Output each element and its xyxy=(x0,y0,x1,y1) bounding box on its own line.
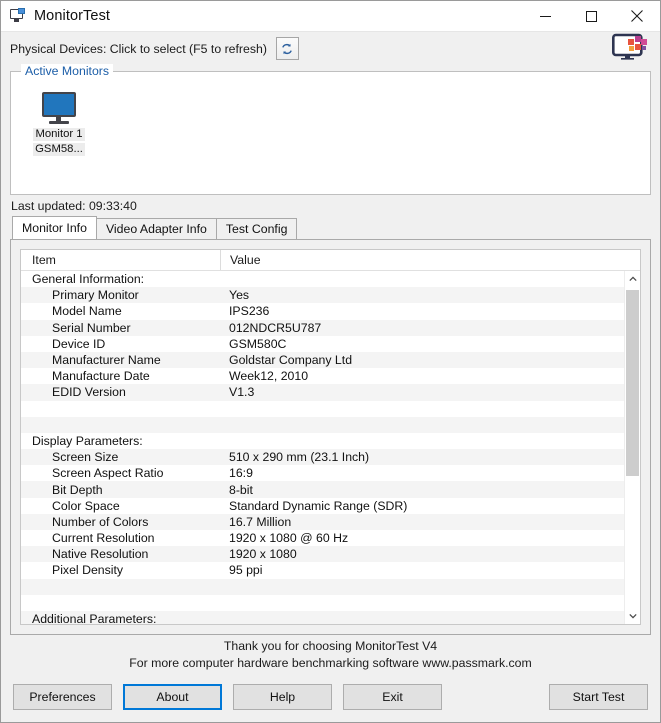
cell-value: Week12, 2010 xyxy=(229,369,309,384)
monitortest-window: MonitorTest Physical Devices: Click to s… xyxy=(0,0,661,723)
monitor-tile-line2: GSM58... xyxy=(33,143,85,156)
cell-item: Bit Depth xyxy=(52,482,103,497)
cell-item: Pixel Density xyxy=(52,563,124,578)
tab-test-config[interactable]: Test Config xyxy=(215,218,298,239)
cell-item: General Information: xyxy=(32,272,145,287)
table-section-row[interactable]: General Information: xyxy=(21,271,640,287)
minimize-icon[interactable] xyxy=(522,1,568,32)
cell-value: 8-bit xyxy=(229,482,253,497)
table-section-row[interactable]: Additional Parameters: xyxy=(21,610,640,624)
monitor-info-listview: Item Value General Information: Primary M… xyxy=(20,249,641,625)
scrollbar-track[interactable] xyxy=(625,287,640,608)
cell-item: Color Space xyxy=(52,498,120,513)
cell-value: GSM580C xyxy=(229,336,287,351)
monitor-device-tile[interactable]: Monitor 1 GSM58... xyxy=(29,92,89,156)
physical-devices-label: Physical Devices: Click to select (F5 to… xyxy=(10,41,267,56)
column-header-item[interactable]: Item xyxy=(21,253,220,267)
table-row[interactable]: Manufacturer Name Goldstar Company Ltd xyxy=(21,351,640,369)
table-row[interactable]: Model Name IPS236 xyxy=(21,303,640,319)
cell-value: 1920 x 1080 xyxy=(229,547,297,562)
cell-item: Serial Number xyxy=(52,320,131,335)
active-monitors-groupbox: Active Monitors Monitor 1 GSM58... xyxy=(10,64,651,195)
cell-value: V1.3 xyxy=(229,385,255,400)
table-row[interactable]: Bit Depth 8-bit xyxy=(21,481,640,498)
table-row[interactable]: Native Resolution 1920 x 1080 xyxy=(21,546,640,563)
monitor-app-icon xyxy=(10,8,26,24)
cell-value: 1920 x 1080 @ 60 Hz xyxy=(229,531,349,546)
devices-toolbar: Physical Devices: Click to select (F5 to… xyxy=(1,32,660,65)
maximize-icon[interactable] xyxy=(568,1,614,32)
cell-item: Additional Parameters: xyxy=(32,612,157,624)
cell-item: Device ID xyxy=(52,336,106,351)
cell-item: Primary Monitor xyxy=(52,288,139,303)
table-row[interactable]: Pixel Density 95 ppi xyxy=(21,562,640,578)
preferences-button[interactable]: Preferences xyxy=(13,684,112,710)
cell-item: Native Resolution xyxy=(52,547,149,562)
cell-item: Screen Aspect Ratio xyxy=(52,466,164,481)
cell-item: Display Parameters: xyxy=(32,433,143,448)
chevron-down-icon[interactable] xyxy=(625,608,640,624)
title-bar: MonitorTest xyxy=(1,1,660,32)
footer-line-1: Thank you for choosing MonitorTest V4 xyxy=(223,639,438,653)
cell-item: Manufacture Date xyxy=(52,369,150,384)
table-row[interactable] xyxy=(21,578,640,595)
chevron-up-icon[interactable] xyxy=(625,271,640,287)
table-section-row[interactable]: Display Parameters: xyxy=(21,433,640,449)
table-row[interactable] xyxy=(21,595,640,611)
tab-monitor-info[interactable]: Monitor Info xyxy=(12,216,97,239)
cell-item: EDID Version xyxy=(52,385,126,400)
cell-value: 510 x 290 mm (23.1 Inch) xyxy=(229,450,370,465)
window-title: MonitorTest xyxy=(34,8,111,24)
close-icon[interactable] xyxy=(614,1,660,32)
cell-value: IPS236 xyxy=(229,304,270,319)
table-row[interactable]: Screen Aspect Ratio 16:9 xyxy=(21,465,640,481)
cell-value: Goldstar Company Ltd xyxy=(229,353,353,368)
cell-value: 95 ppi xyxy=(229,563,263,578)
monitor-info-panel: Item Value General Information: Primary M… xyxy=(10,239,651,635)
table-row[interactable]: Screen Size 510 x 290 mm (23.1 Inch) xyxy=(21,449,640,466)
table-row[interactable]: Current Resolution 1920 x 1080 @ 60 Hz xyxy=(21,530,640,546)
cell-item: Manufacturer Name xyxy=(52,353,161,368)
cell-value: 16.7 Million xyxy=(229,514,292,529)
monitor-tile-line1: Monitor 1 xyxy=(33,128,85,141)
monitor-colors-logo xyxy=(611,33,650,64)
cell-item: Current Resolution xyxy=(52,531,155,546)
help-button[interactable]: Help xyxy=(233,684,332,710)
cell-item: Model Name xyxy=(52,304,122,319)
refresh-icon[interactable] xyxy=(275,37,299,60)
cell-value: Yes xyxy=(229,288,250,303)
button-bar: Preferences About Help Exit Start Test xyxy=(1,672,660,722)
footer-line-2: For more computer hardware benchmarking … xyxy=(129,656,532,670)
column-header-value[interactable]: Value xyxy=(221,253,261,267)
exit-button[interactable]: Exit xyxy=(343,684,442,710)
table-row[interactable]: Number of Colors 16.7 Million xyxy=(21,513,640,530)
table-row[interactable]: Manufacture Date Week12, 2010 xyxy=(21,368,640,384)
last-updated-label: Last updated: 09:33:40 xyxy=(11,199,137,213)
table-row[interactable] xyxy=(21,401,640,417)
cell-item: Number of Colors xyxy=(52,514,149,529)
cell-item: Screen Size xyxy=(52,450,119,465)
scrollbar-thumb[interactable] xyxy=(626,290,639,477)
listview-body: General Information: Primary Monitor Yes Mo… xyxy=(21,271,640,624)
tab-video-adapter-info[interactable]: Video Adapter Info xyxy=(95,218,217,239)
about-button[interactable]: About xyxy=(123,684,222,710)
start-test-button[interactable]: Start Test xyxy=(549,684,648,710)
tab-strip: Monitor Info Video Adapter Info Test Con… xyxy=(1,216,660,239)
table-row[interactable]: Device ID GSM580C xyxy=(21,336,640,352)
window-controls xyxy=(522,1,660,32)
monitor-icon xyxy=(40,92,78,126)
cell-value: Standard Dynamic Range (SDR) xyxy=(229,498,408,513)
table-row[interactable]: Primary Monitor Yes xyxy=(21,287,640,304)
listview-header: Item Value xyxy=(21,250,640,271)
table-row[interactable]: Serial Number 012NDCR5U787 xyxy=(21,319,640,336)
table-row[interactable] xyxy=(21,416,640,433)
footer-message: Thank you for choosing MonitorTest V4 Fo… xyxy=(1,635,660,672)
cell-value: 16:9 xyxy=(229,466,253,481)
table-row[interactable]: Color Space Standard Dynamic Range (SDR) xyxy=(21,498,640,514)
table-row[interactable]: EDID Version V1.3 xyxy=(21,384,640,401)
cell-value: 012NDCR5U787 xyxy=(229,320,322,335)
vertical-scrollbar[interactable] xyxy=(624,271,640,624)
active-monitors-title: Active Monitors xyxy=(21,64,114,78)
